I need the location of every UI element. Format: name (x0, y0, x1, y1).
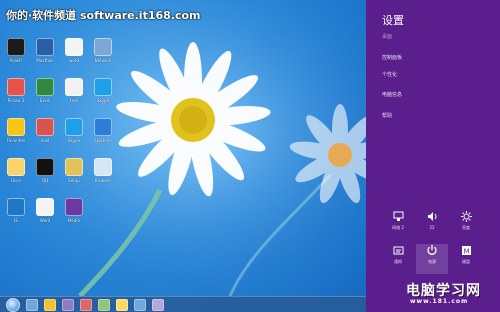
quick-setting-label: 通知 (394, 259, 402, 264)
desktop-icon-label: Favorites (6, 138, 26, 143)
document-icon (36, 118, 54, 136)
desktop-icon[interactable]: word (60, 38, 88, 74)
desktop-icon-label: Network (94, 58, 112, 63)
charm-menu-item[interactable]: 电脑信息 (382, 91, 402, 98)
media-icon (65, 198, 83, 216)
desktop-icon-label: Word (39, 218, 51, 223)
quick-setting-tile[interactable]: M 键盘 (450, 244, 482, 274)
charm-title: 设置 (382, 14, 404, 27)
document-icon (65, 78, 83, 96)
desktop: 你的·软件频道 software.it168.com Avast! Maxthon… (0, 0, 366, 312)
skype-icon (94, 78, 112, 96)
taskbar-button[interactable] (44, 298, 56, 311)
desktop-icon[interactable]: QQ (31, 158, 59, 194)
desktop-icon-label: QQ (41, 178, 49, 183)
desktop-icon-label: Setup (68, 178, 80, 183)
app-icon (7, 38, 25, 56)
desktop-icon[interactable]: Picasa 3 (2, 78, 30, 114)
desktop-icon[interactable]: Excel (31, 78, 59, 114)
desktop-icon-label: Picasa 3 (7, 98, 25, 103)
desktop-icon-label: Avast! (9, 58, 23, 63)
desktop-icon[interactable]: Favorites (2, 118, 30, 154)
quick-setting-tile[interactable]: 通知 (382, 244, 414, 274)
desktop-icon[interactable]: Browser (89, 158, 117, 194)
quick-setting-label: 22 (429, 225, 435, 230)
taskbar-button[interactable] (152, 298, 164, 311)
desktop-icon[interactable]: Word (31, 198, 59, 234)
settings-charm: 设置 桌面控制面板个性化电脑信息帮助 网络 2 22 亮度通知 电源 M 键盘 (366, 0, 500, 312)
charm-menu-item[interactable]: 个性化 (382, 71, 397, 78)
quick-setting-label: 电源 (428, 259, 436, 264)
desktop-icon-label: Docs (11, 178, 21, 183)
desktop-icon-label: Maxthon (36, 58, 54, 63)
desktop-icon[interactable]: Network (89, 38, 117, 74)
star-icon (7, 118, 25, 136)
svg-text:M: M (463, 247, 469, 255)
desktop-icon[interactable]: text (60, 78, 88, 114)
desktop-icon-label: SkyDrive (94, 138, 112, 143)
document-icon (7, 158, 25, 176)
desktop-icon-label: mod (40, 138, 50, 143)
taskbar-button[interactable] (134, 298, 146, 311)
brightness-icon (460, 210, 472, 222)
app-icon (36, 38, 54, 56)
network-icon (392, 210, 404, 222)
watermark-text: 你的·软件频道 software.it168.com (6, 9, 201, 22)
desktop-icon-label: text (70, 98, 78, 103)
quick-setting-label: 键盘 (462, 259, 470, 264)
quick-setting-tile[interactable]: 22 (416, 210, 448, 240)
desktop-icon-label: IE (14, 218, 18, 223)
quick-setting-label: 网络 2 (392, 225, 404, 230)
keyboard-icon: M (460, 244, 472, 256)
quick-setting-tile[interactable]: 亮度 (450, 210, 482, 240)
network-icon (94, 38, 112, 56)
desktop-icon[interactable]: mod (31, 118, 59, 154)
word-icon (36, 198, 54, 216)
taskbar-button[interactable] (26, 298, 38, 311)
cloud-icon (94, 118, 112, 136)
desktop-icon[interactable]: IE (2, 198, 30, 234)
desktop-icon[interactable]: Avast! (2, 38, 30, 74)
desktop-icon[interactable]: Media (60, 198, 88, 234)
browser-icon (7, 198, 25, 216)
installer-icon (65, 158, 83, 176)
desktop-icon-label: word (69, 58, 79, 63)
charm-menu-item[interactable]: 控制面板 (382, 54, 402, 61)
desktop-icon[interactable]: Skype (89, 78, 117, 114)
taskbar-button[interactable] (80, 298, 92, 311)
site-url: www.181.com (410, 298, 469, 305)
desktop-icon[interactable]: SkyDrive (89, 118, 117, 154)
desktop-icon-label: Skype (96, 98, 110, 103)
document-icon (65, 38, 83, 56)
window-icon (94, 158, 112, 176)
notifications-icon (392, 244, 404, 256)
charm-menu-item[interactable]: 桌面 (382, 33, 392, 40)
qq-icon (36, 158, 54, 176)
quick-setting-label: 亮度 (462, 225, 470, 230)
volume-icon (426, 210, 438, 222)
picasa-icon (7, 78, 25, 96)
start-orb-icon[interactable] (6, 297, 20, 312)
taskbar-button[interactable] (98, 298, 110, 311)
desktop-icon[interactable]: Skype (60, 118, 88, 154)
desktop-icon[interactable]: Setup (60, 158, 88, 194)
site-logo: 电脑学习网 (406, 283, 481, 299)
desktop-icon-label: Skype (67, 138, 81, 143)
power-icon (426, 244, 438, 256)
spreadsheet-icon (36, 78, 54, 96)
skype-icon (65, 118, 83, 136)
desktop-icon-label: Browser (94, 178, 112, 183)
quick-setting-tile[interactable]: 网络 2 (382, 210, 414, 240)
desktop-icon[interactable]: Docs (2, 158, 30, 194)
charm-menu-item[interactable]: 帮助 (382, 112, 392, 119)
taskbar-button[interactable] (116, 298, 128, 311)
taskbar-button[interactable] (62, 298, 74, 311)
desktop-icon-label: Media (67, 218, 80, 223)
desktop-icon-label: Excel (39, 98, 51, 103)
taskbar (0, 296, 366, 312)
quick-setting-tile[interactable]: 电源 (416, 244, 448, 274)
desktop-icon[interactable]: Maxthon (31, 38, 59, 74)
